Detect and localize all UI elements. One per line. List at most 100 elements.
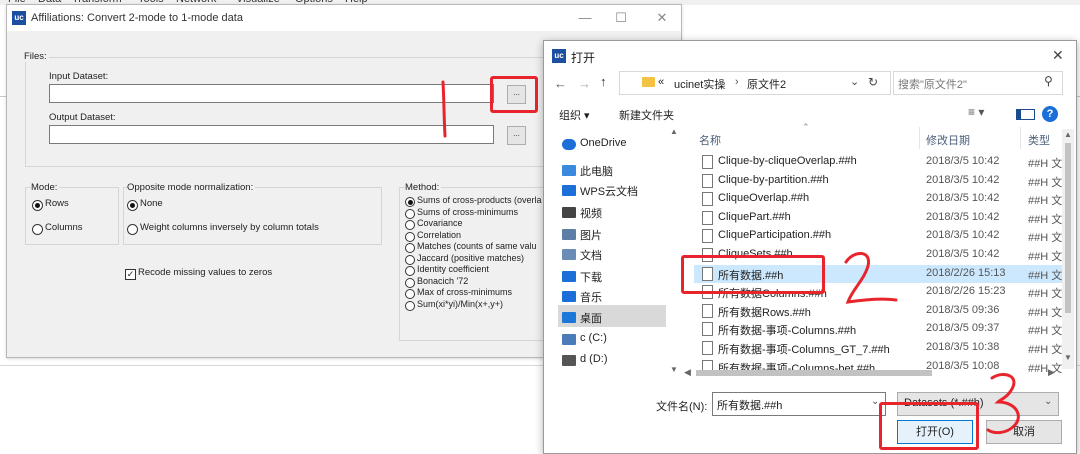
column-divider bbox=[1020, 127, 1021, 149]
norm-none-radio[interactable] bbox=[127, 200, 138, 211]
mode-label: Mode: bbox=[31, 182, 60, 193]
close-button[interactable]: ✕ bbox=[648, 9, 676, 27]
file-date: 2018/3/5 10:42 bbox=[926, 192, 1000, 205]
search-icon[interactable]: ⚲ bbox=[1044, 74, 1053, 88]
recode-missing-checkbox[interactable]: ✓ bbox=[125, 269, 136, 280]
file-row[interactable]: 所有数据-事项-Columns.##h 2018/3/5 09:37 ##H 文 bbox=[694, 320, 1062, 338]
file-date: 2018/3/5 10:42 bbox=[926, 229, 1000, 242]
file-type: ##H 文 bbox=[1028, 269, 1063, 282]
breadcrumb-folder[interactable]: 原文件2 bbox=[747, 76, 786, 92]
method-radio[interactable] bbox=[405, 266, 415, 276]
file-name: 所有数据-事项-Columns_GT_7.##h bbox=[718, 344, 890, 356]
back-arrow-icon[interactable]: ← bbox=[554, 76, 567, 91]
method-option-label: Correlation bbox=[417, 229, 462, 240]
annotation-number-2 bbox=[844, 252, 898, 304]
search-placeholder: 搜索"原文件2" bbox=[898, 79, 967, 91]
document-icon bbox=[702, 173, 713, 188]
file-name: CliqueOverlap.##h bbox=[718, 192, 810, 205]
annotation-box-1 bbox=[490, 76, 538, 113]
file-name: CliquePart.##h bbox=[718, 210, 791, 223]
column-type-header[interactable]: 类型 bbox=[1028, 132, 1050, 148]
address-dropdown-icon[interactable]: ⌄ bbox=[850, 75, 859, 88]
file-type: ##H 文 bbox=[1028, 344, 1063, 356]
file-date: 2018/3/5 10:42 bbox=[926, 173, 1000, 186]
annotation-number-3 bbox=[986, 373, 1020, 435]
file-type: ##H 文 bbox=[1028, 288, 1063, 301]
file-date: 2018/2/26 15:13 bbox=[926, 266, 1006, 279]
refresh-icon[interactable]: ↻ bbox=[868, 75, 878, 89]
method-radio[interactable] bbox=[405, 300, 415, 311]
view-options-icon[interactable]: ≡ ▾ bbox=[968, 105, 984, 119]
help-icon[interactable]: ? bbox=[1042, 106, 1058, 122]
method-label: Method: bbox=[405, 182, 442, 193]
preview-pane-icon[interactable] bbox=[1016, 109, 1035, 120]
file-row[interactable]: Clique-by-partition.##h 2018/3/5 10:42 ##H… bbox=[694, 172, 1062, 190]
title-bar: uc Affiliations: Convert 2-mode to 1-mod… bbox=[7, 5, 681, 31]
address-bar[interactable]: « ucinet实操 › 原文件2 ⌄ ↻ bbox=[619, 71, 891, 95]
output-browse-button[interactable]: ... bbox=[507, 126, 526, 145]
mode-columns-radio[interactable] bbox=[32, 224, 43, 235]
norm-none-label: None bbox=[140, 198, 163, 209]
document-icon bbox=[702, 341, 713, 355]
forward-arrow-icon[interactable]: → bbox=[578, 76, 591, 91]
breadcrumb-back[interactable]: « bbox=[658, 76, 664, 88]
file-name: Clique-by-partition.##h bbox=[718, 173, 829, 186]
up-arrow-icon[interactable]: ↑ bbox=[600, 74, 607, 89]
method-radio[interactable] bbox=[405, 277, 415, 288]
file-type: ##H 文 bbox=[1028, 195, 1063, 208]
file-date: 2018/3/5 09:36 bbox=[926, 303, 1000, 316]
annotation-number-1 bbox=[441, 80, 447, 138]
search-box[interactable]: 搜索"原文件2" ⚲ bbox=[893, 71, 1063, 95]
maximize-button[interactable]: ☐ bbox=[607, 9, 635, 27]
output-dataset-field[interactable] bbox=[49, 125, 494, 144]
file-date: 2018/3/5 10:42 bbox=[926, 155, 1000, 167]
document-icon bbox=[702, 229, 713, 244]
file-type: ##H 文 bbox=[1028, 251, 1063, 263]
file-row[interactable]: CliqueParticipation.##h 2018/3/5 10:42 ##H… bbox=[694, 227, 1062, 245]
scrollbar-thumb[interactable] bbox=[1065, 143, 1071, 313]
new-folder-button[interactable]: 新建文件夹 bbox=[619, 107, 674, 123]
file-row[interactable]: CliqueOverlap.##h 2018/3/5 10:42 ##H 文 bbox=[694, 190, 1062, 208]
method-radio[interactable] bbox=[405, 220, 415, 230]
method-radio[interactable] bbox=[405, 254, 415, 265]
file-date: 2018/3/5 10:42 bbox=[926, 210, 1000, 223]
document-icon bbox=[702, 192, 713, 207]
file-row[interactable]: CliquePart.##h 2018/3/5 10:42 ##H 文 bbox=[694, 209, 1062, 227]
sidebar-item[interactable]: OneDrive bbox=[580, 137, 626, 149]
filename-label: 文件名(N): bbox=[656, 401, 708, 413]
norm-weight-label: Weight columns inversely by column total… bbox=[140, 222, 319, 233]
breadcrumb-ucinet[interactable]: ucinet实操 bbox=[674, 76, 725, 92]
ucinet-app-icon: uc bbox=[12, 11, 26, 25]
filename-input[interactable]: 所有数据.##h ⌄ bbox=[712, 392, 886, 416]
input-dataset-field[interactable] bbox=[49, 84, 494, 103]
file-date: 2018/3/5 10:38 bbox=[926, 341, 1000, 353]
file-type: ##H 文 bbox=[1028, 232, 1063, 245]
method-radio[interactable] bbox=[405, 289, 415, 299]
minimize-button[interactable]: — bbox=[571, 9, 599, 27]
organize-button[interactable]: 组织 ▾ bbox=[559, 107, 590, 123]
method-radio[interactable] bbox=[405, 208, 415, 219]
hscroll-thumb[interactable] bbox=[696, 370, 932, 376]
file-type-dropdown-icon[interactable]: ⌄ bbox=[1044, 396, 1052, 407]
file-name: CliqueParticipation.##h bbox=[718, 229, 832, 242]
method-option-label: Sums of cross-products (overla bbox=[417, 195, 542, 205]
file-row[interactable]: Clique-by-cliqueOverlap.##h 2018/3/5 10:4… bbox=[694, 153, 1062, 171]
dialog-close-button[interactable]: ✕ bbox=[1052, 47, 1064, 64]
method-option-label: Sum(xi*yi)/Min(x+,y+) bbox=[417, 298, 504, 309]
method-option-label: Bonacich '72 bbox=[417, 275, 469, 286]
file-type: ##H 文 bbox=[1028, 325, 1063, 338]
method-option-label: Identity coefficient bbox=[417, 264, 489, 274]
mode-rows-radio[interactable] bbox=[32, 200, 43, 211]
column-date-header[interactable]: 修改日期 bbox=[926, 132, 970, 148]
method-option-label: Jaccard (positive matches) bbox=[417, 252, 525, 263]
method-radio[interactable] bbox=[405, 197, 415, 207]
method-radio[interactable] bbox=[405, 231, 415, 242]
document-icon bbox=[702, 322, 713, 337]
file-date: 2018/3/5 10:42 bbox=[926, 248, 1000, 260]
method-option-label: Max of cross-minimums bbox=[417, 287, 513, 297]
method-radio[interactable] bbox=[405, 243, 415, 253]
norm-weight-radio[interactable] bbox=[127, 224, 138, 235]
file-row[interactable]: 所有数据-事项-Columns_GT_7.##h 2018/3/5 10:38 ##… bbox=[694, 339, 1062, 357]
file-list-scrollbar[interactable]: ▲ ▼ bbox=[1062, 129, 1074, 369]
column-name-header[interactable]: 名称 bbox=[699, 132, 721, 148]
